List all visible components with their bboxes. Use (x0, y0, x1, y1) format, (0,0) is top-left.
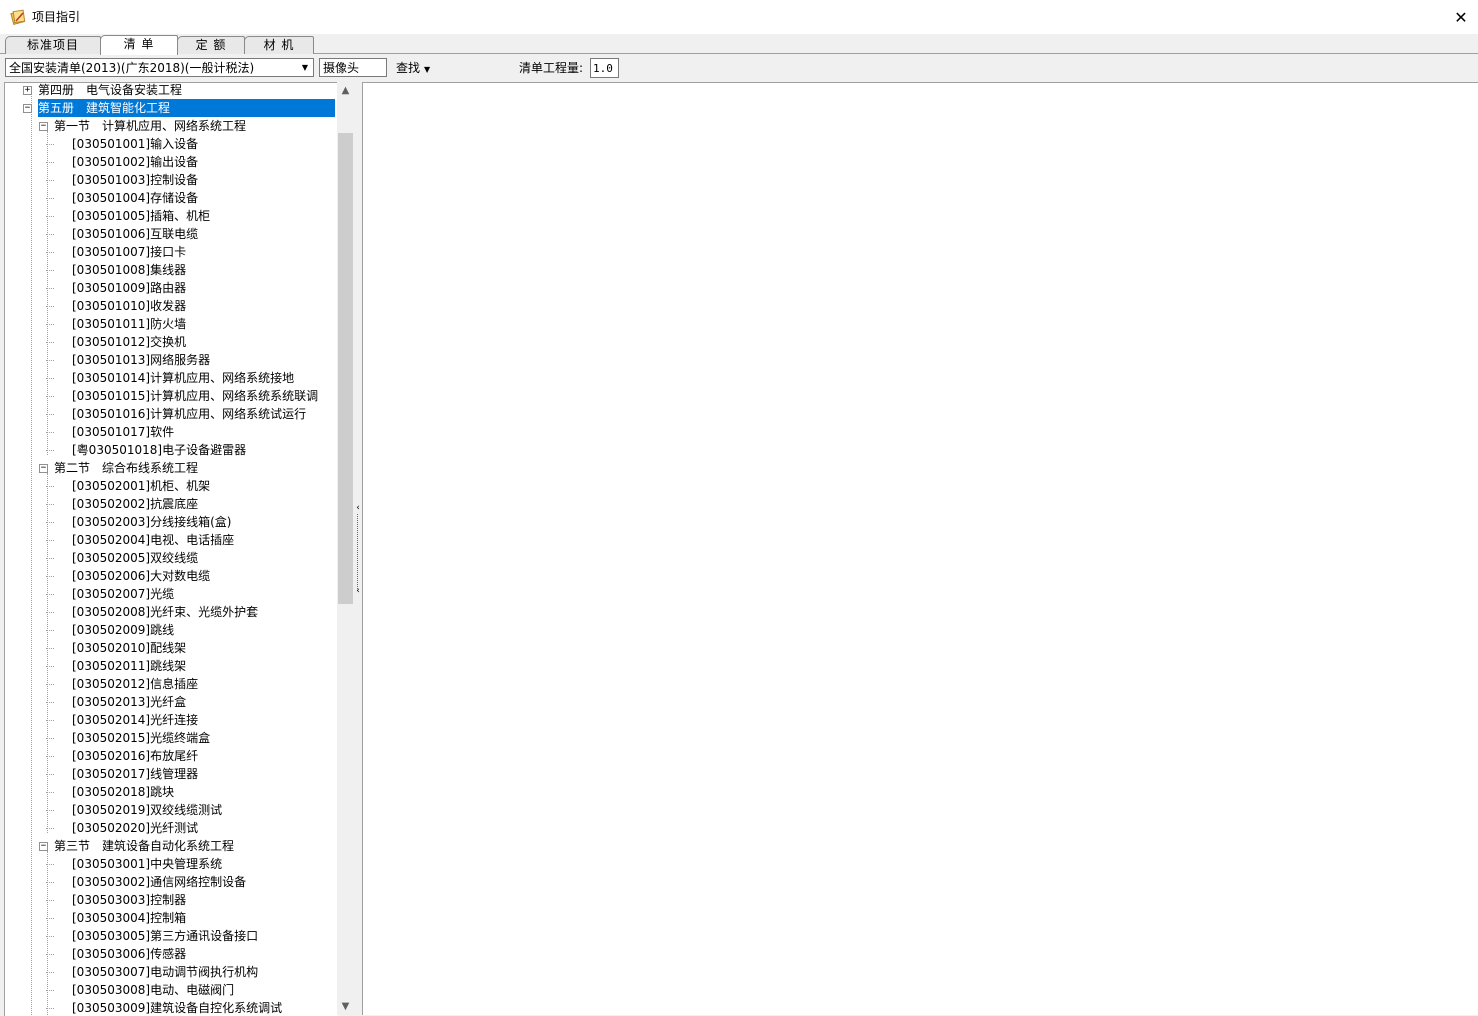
tree-item[interactable]: [030502007]光缆 (72, 585, 174, 603)
tree-item[interactable]: [030503008]电动、电磁阀门 (72, 981, 234, 999)
tree-item[interactable]: [030501003]控制设备 (72, 171, 198, 189)
close-icon[interactable]: ✕ (1454, 8, 1467, 27)
bill-tree[interactable]: + 第四册 电气设备安装工程 − 第五册 建筑智能化工程 − 第一节 计算机应用、网络系统… (4, 82, 338, 1016)
splitter-grip (357, 514, 358, 589)
tree-item[interactable]: [030503009]建筑设备自控化系统调试 (72, 999, 282, 1016)
tree-item[interactable]: [030501001]输入设备 (72, 135, 198, 153)
tree-item[interactable]: [030502019]双绞线缆测试 (72, 801, 222, 819)
close-button[interactable]: ✕ (1444, 0, 1478, 34)
app-icon (10, 9, 26, 25)
tree-item[interactable]: [030502015]光缆终端盒 (72, 729, 210, 747)
tree-section[interactable]: 第三节 建筑设备自动化系统工程 (54, 837, 234, 855)
tree-item[interactable]: [030503002]通信网络控制设备 (72, 873, 246, 891)
tree-item[interactable]: [030502012]信息插座 (72, 675, 198, 693)
collapse-icon[interactable]: − (23, 104, 32, 113)
library-select[interactable]: 全国安装清单(2013)(广东2018)(一般计税法) ▼ (5, 58, 314, 77)
tree-item[interactable]: [030503004]控制箱 (72, 909, 186, 927)
tree-connector (47, 851, 48, 1016)
tree-item[interactable]: [030501014]计算机应用、网络系统接地 (72, 369, 294, 387)
collapse-left-icon[interactable]: ‹ (354, 503, 362, 513)
tree-item[interactable]: [030502003]分线接线箱(盒) (72, 513, 231, 531)
tree-item[interactable]: [030502008]光纤束、光缆外护套 (72, 603, 258, 621)
tree-item[interactable]: [030503005]第三方通讯设备接口 (72, 927, 258, 945)
tree-item[interactable]: [030502005]双绞线缆 (72, 549, 198, 567)
scroll-thumb[interactable] (338, 133, 353, 604)
tree-item[interactable]: [030502011]跳线架 (72, 657, 186, 675)
tree-item[interactable]: [030502014]光纤连接 (72, 711, 198, 729)
collapse-icon[interactable]: − (39, 464, 48, 473)
tree-item[interactable]: [030503003]控制器 (72, 891, 186, 909)
tree-item[interactable]: [030501005]插箱、机柜 (72, 207, 210, 225)
detail-pane (362, 82, 1478, 1015)
tree-item[interactable]: [030502006]大对数电缆 (72, 567, 210, 585)
tree-item[interactable]: [030501008]集线器 (72, 261, 186, 279)
tree-item[interactable]: [粤030501018]电子设备避雷器 (72, 441, 246, 459)
tree-item[interactable]: [030501004]存储设备 (72, 189, 198, 207)
tree-item[interactable]: [030501012]交换机 (72, 333, 186, 351)
tree-item[interactable]: [030501011]防火墙 (72, 315, 186, 333)
collapse-icon[interactable]: − (39, 842, 48, 851)
scroll-down-icon[interactable]: ▼ (337, 998, 354, 1015)
quantity-label: 清单工程量: (519, 61, 584, 75)
chevron-down-icon[interactable]: ▼ (297, 59, 313, 76)
tree-scrollbar[interactable]: ▲ ▼ (337, 82, 354, 1015)
tree-item[interactable]: [030502004]电视、电话插座 (72, 531, 234, 549)
tree-item[interactable]: [030501017]软件 (72, 423, 174, 441)
tab-materials[interactable]: 材 机 (244, 36, 314, 54)
tree-item[interactable]: [030503006]传感器 (72, 945, 186, 963)
dropdown-arrow-icon: ▼ (424, 65, 431, 74)
expand-icon[interactable]: + (23, 86, 32, 95)
tree-connector (47, 473, 48, 833)
tab-bill[interactable]: 清 单 (100, 35, 178, 55)
tree-volume[interactable]: 第四册 电气设备安装工程 (38, 83, 182, 99)
tab-standard-items[interactable]: 标准项目 (5, 36, 101, 54)
tree-item[interactable]: [030502001]机柜、机架 (72, 477, 210, 495)
tree-item[interactable]: [030502009]跳线 (72, 621, 174, 639)
tree-section[interactable]: 第二节 综合布线系统工程 (54, 459, 198, 477)
panel-splitter[interactable]: ‹ ‹ (354, 82, 362, 1015)
tree-item[interactable]: [030502002]抗震底座 (72, 495, 198, 513)
find-label: 查找 (396, 61, 421, 75)
tree-item[interactable]: [030501007]接口卡 (72, 243, 186, 261)
search-input[interactable] (319, 58, 387, 77)
scroll-up-icon[interactable]: ▲ (337, 82, 354, 99)
tree-item[interactable]: [030502018]跳块 (72, 783, 174, 801)
tree-item[interactable]: [030501002]输出设备 (72, 153, 198, 171)
tree-item[interactable]: [030502013]光纤盒 (72, 693, 186, 711)
quantity-input[interactable] (590, 58, 619, 78)
tree-item[interactable]: [030501006]互联电缆 (72, 225, 198, 243)
tree-item[interactable]: [030501013]网络服务器 (72, 351, 210, 369)
tree-item[interactable]: [030502017]线管理器 (72, 765, 198, 783)
find-button[interactable]: 查找 ▼ (396, 59, 430, 77)
title-bar: 项目指引 ✕ (0, 0, 1478, 34)
tree-connector (31, 111, 32, 1016)
tree-item[interactable]: [030501016]计算机应用、网络系统试运行 (72, 405, 306, 423)
tree-item[interactable]: [030501015]计算机应用、网络系统系统联调 (72, 387, 318, 405)
tree-item[interactable]: [030502016]布放尾纤 (72, 747, 198, 765)
tree-item[interactable]: [030502020]光纤测试 (72, 819, 198, 837)
tree-item[interactable]: [030503001]中央管理系统 (72, 855, 222, 873)
tree-item[interactable]: [030501010]收发器 (72, 297, 186, 315)
tree-item[interactable]: [030503007]电动调节阀执行机构 (72, 963, 258, 981)
library-select-value: 全国安装清单(2013)(广东2018)(一般计税法) (9, 61, 255, 75)
tree-volume[interactable]: 第五册 建筑智能化工程 (38, 99, 335, 117)
window-title: 项目指引 (32, 10, 81, 24)
collapse-icon[interactable]: − (39, 122, 48, 131)
collapse-left-icon-2[interactable]: ‹ (354, 586, 362, 596)
tree-connector (47, 131, 48, 455)
tab-quota[interactable]: 定 额 (177, 36, 245, 54)
tree-item[interactable]: [030501009]路由器 (72, 279, 186, 297)
tree-section[interactable]: 第一节 计算机应用、网络系统工程 (54, 117, 246, 135)
tree-item[interactable]: [030502010]配线架 (72, 639, 186, 657)
